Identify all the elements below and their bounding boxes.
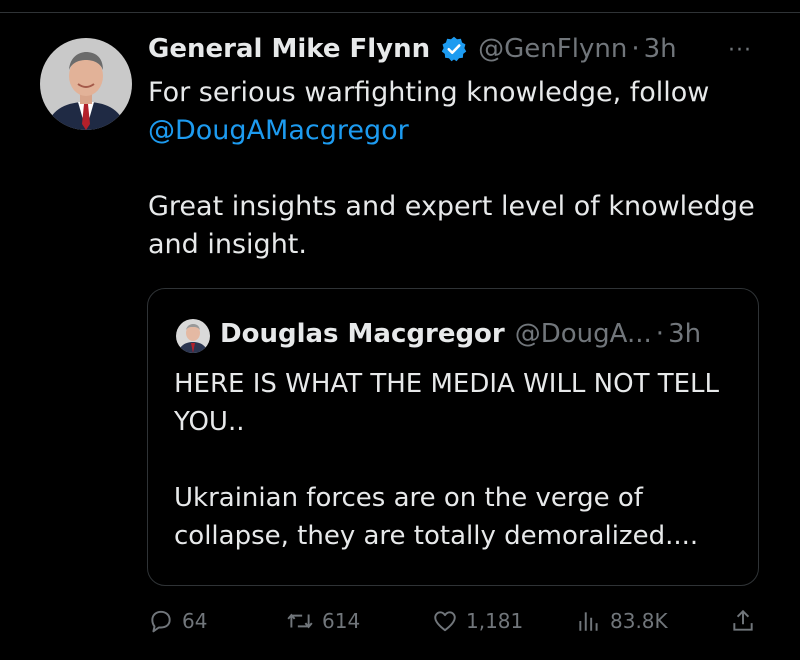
verified-badge-icon [440, 35, 468, 63]
reply-count: 64 [182, 609, 208, 633]
quoted-text-para1: HERE IS WHAT THE MEDIA WILL NOT TELL YOU… [174, 369, 720, 437]
repost-button[interactable]: 614 [286, 608, 360, 634]
quoted-tweet-text: HERE IS WHAT THE MEDIA WILL NOT TELL YOU… [174, 365, 744, 555]
more-options-icon[interactable]: ··· [728, 38, 752, 63]
views-button[interactable]: 83.8K [576, 608, 668, 634]
quoted-tweet-card[interactable]: Douglas Macgregor @DougA... · 3h HERE IS… [147, 288, 759, 586]
tweet-text: For serious warfighting knowledge, follo… [148, 74, 778, 264]
quoted-time-separator: · [655, 319, 665, 349]
share-icon [733, 609, 753, 631]
like-count: 1,181 [466, 609, 524, 633]
quoted-timestamp: 3h [668, 319, 702, 349]
tweet-timestamp[interactable]: 3h [644, 34, 677, 64]
top-divider [0, 12, 800, 13]
views-chart-icon [579, 612, 598, 631]
reply-icon [151, 610, 171, 633]
quoted-tweet-header: Douglas Macgregor @DougA... · 3h [220, 319, 701, 349]
author-avatar-image [40, 38, 132, 130]
tweet-header: General Mike Flynn @GenFlynn · 3h [148, 34, 677, 64]
tweet-text-para2: Great insights and expert level of knowl… [148, 191, 755, 260]
like-button[interactable]: 1,181 [432, 608, 523, 634]
author-handle[interactable]: @GenFlynn [478, 34, 627, 64]
author-name[interactable]: General Mike Flynn [148, 34, 430, 64]
time-separator: · [631, 34, 640, 64]
views-count: 83.8K [610, 609, 668, 633]
repost-count: 614 [322, 609, 361, 633]
share-button[interactable] [730, 608, 764, 634]
quoted-author-avatar [176, 319, 210, 353]
tweet-action-bar: 64 614 1,181 83.8K [0, 608, 800, 638]
quoted-author-handle: @DougA... [514, 319, 652, 349]
author-avatar[interactable] [40, 38, 132, 130]
quoted-author-name: Douglas Macgregor [220, 319, 505, 349]
reply-button[interactable]: 64 [148, 608, 207, 634]
tweet-text-line1: For serious warfighting knowledge, follo… [148, 77, 710, 108]
mention-link[interactable]: @DougAMacgregor [148, 115, 409, 146]
repost-icon [287, 613, 313, 629]
quoted-text-para2: Ukrainian forces are on the verge of col… [174, 483, 699, 551]
heart-icon [434, 611, 456, 632]
